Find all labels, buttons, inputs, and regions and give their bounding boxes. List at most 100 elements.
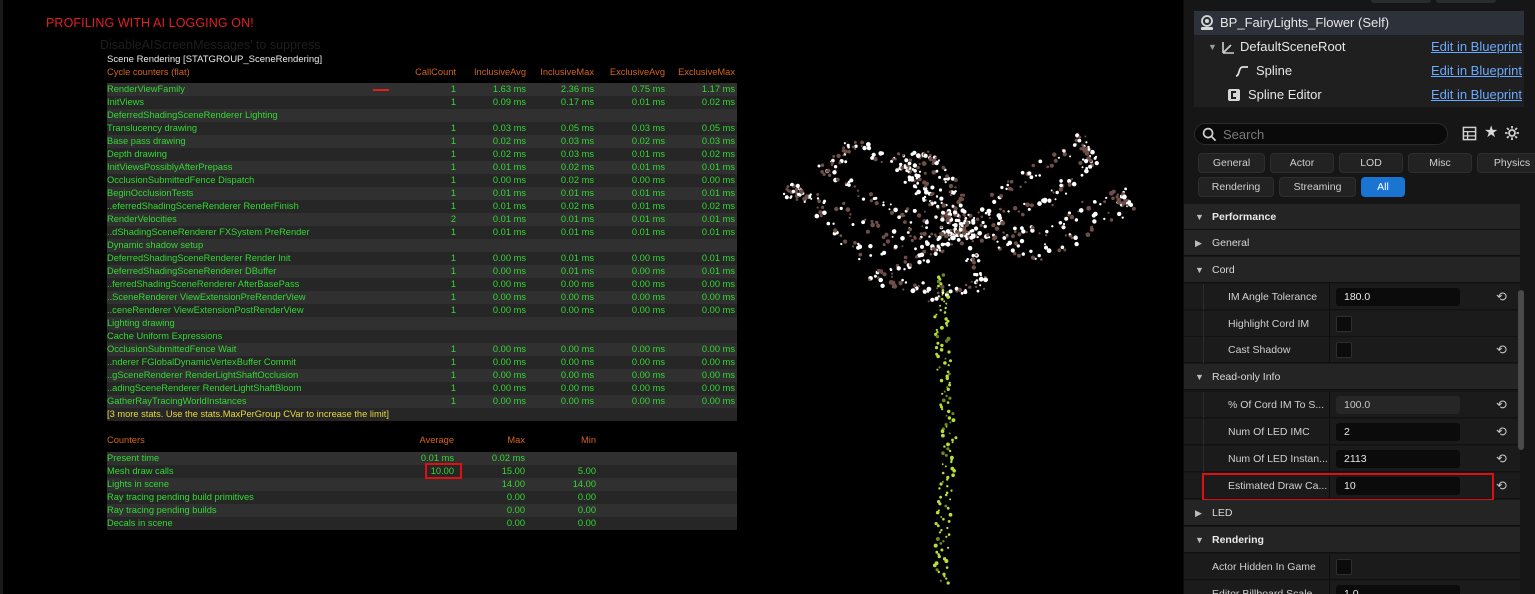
prop-editor-billboard-scale: Editor Billboard Scale 1.0 <box>1184 581 1520 594</box>
component-spline-editor[interactable]: Spline Editor Edit in Blueprint <box>1194 83 1524 107</box>
component-spline[interactable]: Spline Edit in Blueprint <box>1194 59 1524 83</box>
counter-row-value: 0.00 <box>506 492 525 502</box>
game-viewport[interactable]: PROFILING WITH AI LOGGING ON! DisableAIS… <box>0 0 1183 594</box>
filter-chip-actor[interactable]: Actor <box>1270 153 1334 173</box>
cycle-row-name: ..ferredShadingSceneRenderer AfterBasePa… <box>107 279 300 289</box>
col-exclusive-max: ExclusiveMax <box>678 67 735 77</box>
component-self[interactable]: BP_FairyLights_Flower (Self) <box>1194 11 1524 35</box>
category-general[interactable]: ▶ General <box>1184 230 1520 256</box>
category-rendering[interactable]: ▼ Rendering <box>1184 527 1520 553</box>
column-divider[interactable] <box>1329 554 1330 580</box>
cycle-row-value: 0.01 ms <box>631 188 665 198</box>
chevron-down-icon[interactable]: ▼ <box>1208 35 1217 59</box>
toolbar-button-stub[interactable] <box>1371 0 1431 3</box>
favorites-star-icon[interactable]: ★ <box>1484 122 1498 142</box>
component-default-scene-root[interactable]: ▼ DefaultSceneRoot Edit in Blueprint <box>1194 35 1524 59</box>
reset-to-default-icon[interactable]: ⟲ <box>1496 337 1507 363</box>
num-led-imc-field[interactable]: 2 <box>1336 423 1460 441</box>
reset-to-default-icon[interactable]: ⟲ <box>1496 392 1507 418</box>
filter-chip-all[interactable]: All <box>1361 177 1405 197</box>
cycle-row: Translucency drawing 1 0.03 ms 0.05 ms 0.03 … <box>107 122 737 135</box>
column-divider[interactable] <box>1329 419 1330 445</box>
counter-row-value: 0.02 ms <box>491 453 525 463</box>
edit-in-blueprint-link[interactable]: Edit in Blueprint <box>1431 35 1522 59</box>
edit-in-blueprint-link[interactable]: Edit in Blueprint <box>1431 59 1522 83</box>
indent-guide <box>1203 337 1204 363</box>
cycle-row-value: 0.00 ms <box>631 292 665 302</box>
property-matrix-icon[interactable] <box>1462 126 1477 141</box>
cycle-row-value: 0.01 ms <box>492 188 526 198</box>
filter-chip-physics[interactable]: Physics <box>1477 153 1535 173</box>
cycle-row-name: DeferredShadingSceneRenderer Lighting <box>107 110 278 120</box>
column-divider[interactable] <box>1329 581 1330 594</box>
editor-billboard-field[interactable]: 1.0 <box>1336 585 1460 594</box>
im-angle-tolerance-field[interactable]: 180.0 <box>1336 288 1460 306</box>
filter-chip-general[interactable]: General <box>1198 153 1265 173</box>
cycle-row-name: GatherRayTracingWorldInstances <box>107 396 247 406</box>
filter-chip-rendering[interactable]: Rendering <box>1198 177 1274 197</box>
category-performance[interactable]: ▼ Performance <box>1184 204 1520 230</box>
cycle-row-value: 0.02 ms <box>560 201 594 211</box>
cycle-row-value: 0.01 ms <box>560 214 594 224</box>
cycle-row-name: DeferredShadingSceneRenderer DBuffer <box>107 266 277 276</box>
category-cord[interactable]: ▼ Cord <box>1184 257 1520 283</box>
column-divider[interactable] <box>1329 446 1330 472</box>
cycle-row-name: ..ceneRenderer ViewExtensionPostRenderVi… <box>107 305 304 315</box>
cycle-row: ..ceneRenderer ViewExtensionPostRenderVi… <box>107 304 737 317</box>
cycle-row-value: 1 <box>450 357 456 367</box>
reset-to-default-icon[interactable]: ⟲ <box>1496 473 1507 499</box>
counter-row-value: 14.00 <box>501 479 525 489</box>
counter-row: Ray tracing pending build primitives 0.00… <box>107 491 737 504</box>
cycle-row-value: 0.01 ms <box>492 214 526 224</box>
filter-chip-misc[interactable]: Misc <box>1408 153 1472 173</box>
cast-shadow-checkbox[interactable] <box>1336 342 1352 358</box>
toolbar-button-stub-2[interactable] <box>1436 0 1496 3</box>
cycle-row: InitViews 1 0.09 ms 0.17 ms 0.01 ms 0.02 ms <box>107 96 737 109</box>
reset-to-default-icon[interactable]: ⟲ <box>1496 446 1507 472</box>
cycle-row-value: 0.00 ms <box>492 383 526 393</box>
edit-in-blueprint-link[interactable]: Edit in Blueprint <box>1431 83 1522 107</box>
cycle-row: GatherRayTracingWorldInstances 1 0.00 ms 0.… <box>107 395 737 408</box>
category-led-label: LED <box>1212 507 1233 519</box>
cycle-row-value: 0.01 ms <box>560 227 594 237</box>
counter-row-name: Decals in scene <box>107 518 173 528</box>
column-divider[interactable] <box>1329 392 1330 418</box>
cycle-row-value: 0.00 ms <box>631 175 665 185</box>
details-scrollbar[interactable] <box>1518 290 1524 450</box>
category-readonly-info[interactable]: ▼ Read-only Info <box>1184 364 1520 390</box>
cycle-row-value: 0.02 ms <box>492 149 526 159</box>
counter-row-name: Present time <box>107 453 160 463</box>
chevron-down-icon: ▼ <box>1195 265 1204 275</box>
cycle-row-name: OcclusionSubmittedFence Dispatch <box>107 175 255 185</box>
cycle-row-value: 0.00 ms <box>492 175 526 185</box>
cycle-row: ..gSceneRenderer RenderLightShaftOcclusi… <box>107 369 737 382</box>
cycle-row-value: 0.00 ms <box>560 383 594 393</box>
pct-cord-im-field[interactable]: 100.0 <box>1336 396 1460 414</box>
reset-to-default-icon[interactable]: ⟲ <box>1496 284 1507 310</box>
filter-chip-streaming[interactable]: Streaming <box>1279 177 1356 197</box>
details-search-input[interactable]: Search <box>1194 123 1448 145</box>
cycle-row-name: ..eferredShadingSceneRenderer RenderFini… <box>107 201 299 211</box>
num-led-instances-field[interactable]: 2113 <box>1336 450 1460 468</box>
column-divider[interactable] <box>1329 337 1330 363</box>
search-placeholder: Search <box>1223 127 1265 142</box>
cycle-row-value: 0.00 ms <box>631 266 665 276</box>
column-divider[interactable] <box>1329 311 1330 337</box>
cycle-row-value: 0.00 ms <box>631 344 665 354</box>
search-icon <box>1202 127 1217 142</box>
cycle-row-name: ..adingSceneRenderer RenderLightShaftBlo… <box>107 383 302 393</box>
reset-to-default-icon[interactable]: ⟲ <box>1496 419 1507 445</box>
flower-petals <box>783 133 1136 303</box>
highlight-cord-im-checkbox[interactable] <box>1336 316 1352 332</box>
actor-hidden-checkbox[interactable] <box>1336 559 1352 575</box>
chevron-right-icon: ▶ <box>1195 238 1202 248</box>
category-led[interactable]: ▶ LED <box>1184 500 1520 526</box>
component-spline-editor-label: Spline Editor <box>1248 87 1322 102</box>
cycle-row-value: 1 <box>450 383 456 393</box>
column-divider[interactable] <box>1329 284 1330 310</box>
fairy-lights-flower-mesh[interactable] <box>783 125 1143 590</box>
filter-chip-lod[interactable]: LOD <box>1339 153 1403 173</box>
cycle-row-name: RenderViewFamily <box>107 84 185 94</box>
cycle-row-value: 0.01 ms <box>631 227 665 237</box>
gear-icon[interactable] <box>1504 125 1520 141</box>
